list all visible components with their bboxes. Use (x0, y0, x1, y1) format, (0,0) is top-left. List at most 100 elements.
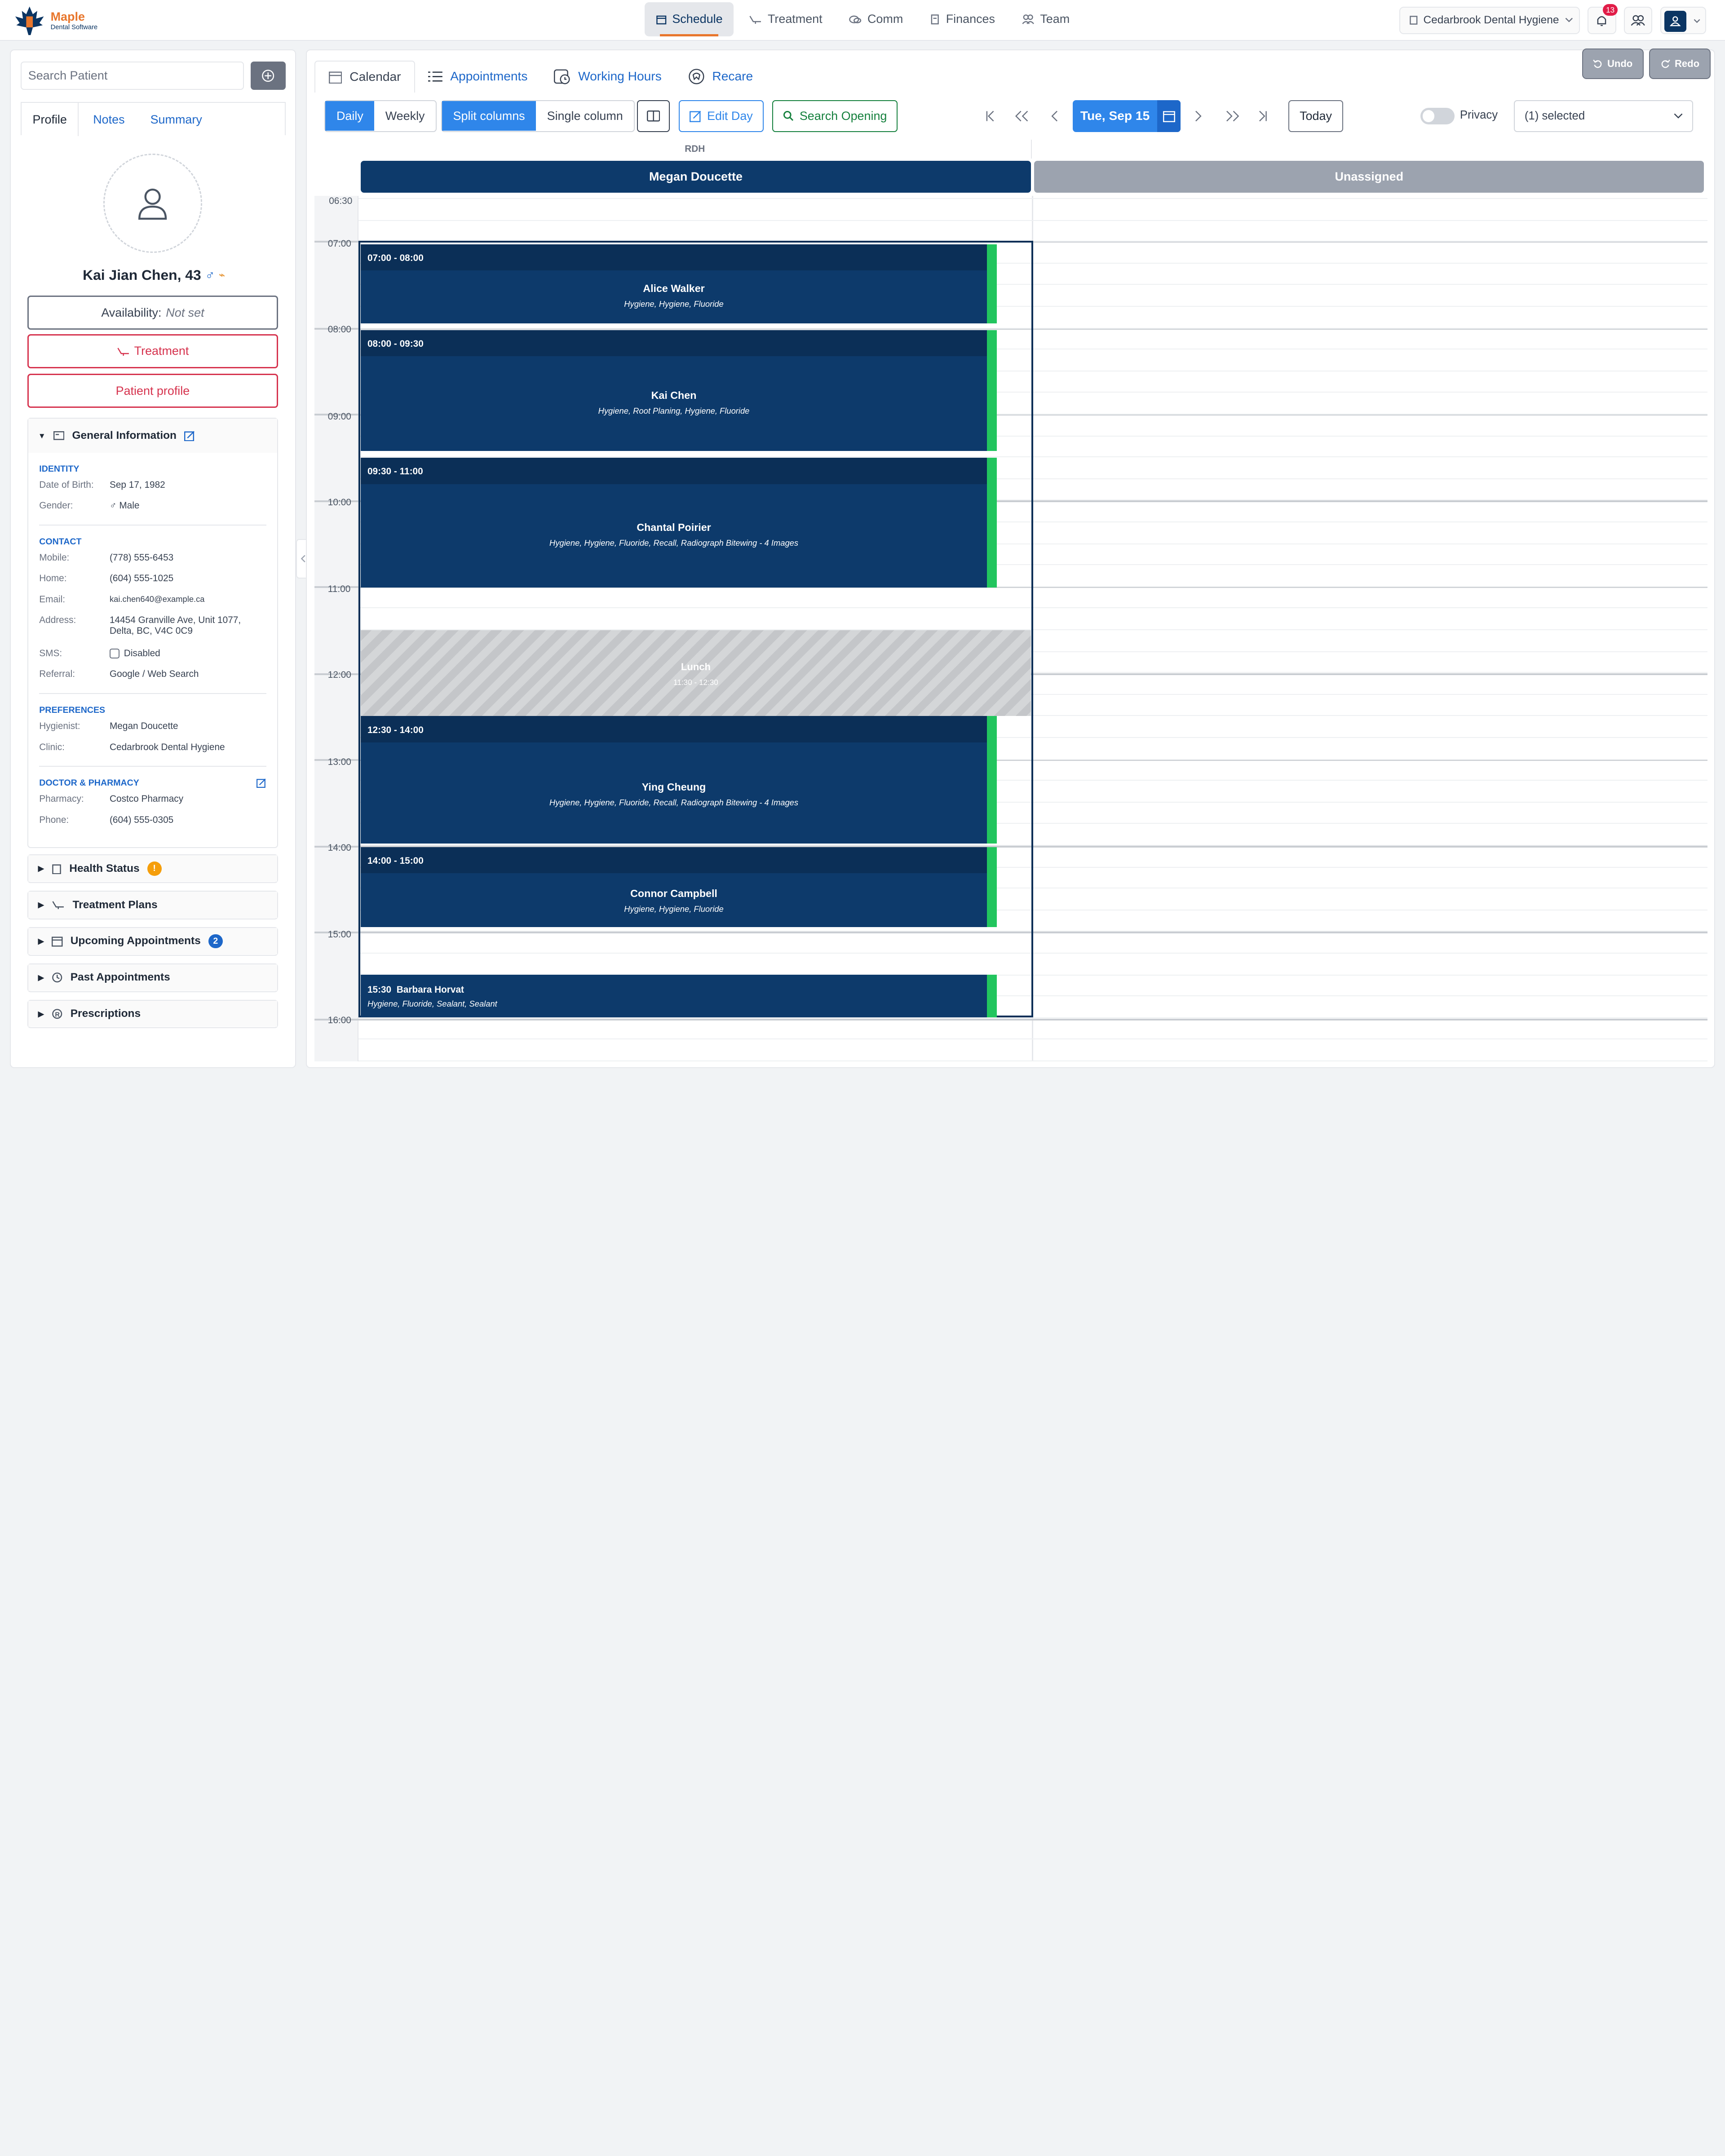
edit-day-button[interactable]: Edit Day (679, 100, 764, 132)
tab-profile[interactable]: Profile (22, 103, 79, 136)
column-header-megan[interactable]: Megan Doucette (361, 160, 1031, 193)
field-label: Hygienist: (39, 720, 80, 731)
notification-count: 13 (1602, 4, 1618, 16)
building-icon (1409, 16, 1418, 25)
prescription-icon: R (52, 1009, 62, 1019)
email-value[interactable]: kai.chen640@example.ca (110, 594, 266, 604)
chevron-down-icon (1565, 18, 1573, 22)
appointment-patient: Chantal Poirier (637, 521, 711, 533)
first-page-icon[interactable] (985, 110, 995, 122)
appointment-block[interactable]: 15:30 Barbara Horvat Hygiene, Fluoride, … (361, 974, 997, 1018)
layout-button[interactable] (637, 100, 670, 132)
user-icon (1670, 16, 1681, 27)
clinic-selector[interactable]: Cedarbrook Dental Hygiene (1399, 6, 1580, 34)
caret-right-icon: ▶ (38, 864, 44, 873)
patient-avatar (103, 154, 203, 253)
today-button[interactable]: Today (1288, 100, 1344, 132)
nav-comm[interactable]: Comm (838, 2, 914, 36)
lunch-block[interactable]: Lunch 11:30 - 12:30 (361, 630, 1031, 716)
maple-leaf-icon (15, 6, 44, 35)
tab-calendar[interactable]: Calendar (314, 60, 415, 93)
nav-finances[interactable]: Finances (919, 2, 1006, 36)
app-logo[interactable]: Maple Dental Software (13, 5, 97, 36)
last-page-icon[interactable] (1257, 110, 1268, 122)
nav-treatment[interactable]: Treatment (738, 2, 833, 36)
nav-label: Treatment (767, 12, 823, 26)
double-chevron-left-icon[interactable] (1014, 110, 1030, 122)
weekly-view-button[interactable]: Weekly (374, 101, 436, 131)
time-label: 09:00 (327, 411, 351, 422)
section-title: Treatment Plans (72, 898, 158, 911)
users-button[interactable] (1623, 6, 1653, 34)
edit-icon[interactable] (184, 430, 195, 442)
referral-value: Google / Web Search (109, 669, 199, 680)
sms-checkbox[interactable] (109, 648, 120, 658)
date-picker[interactable]: Tue, Sep 15 (1072, 100, 1181, 132)
hour-line (314, 1018, 1707, 1021)
chevron-left-icon[interactable] (1049, 110, 1059, 122)
provider-group-label: RDH (358, 140, 1032, 159)
patient-name: Kai Jian Chen, 43 (83, 267, 201, 283)
mobile-value[interactable]: (778) 555-6453 (110, 552, 266, 563)
history-icon (52, 972, 62, 983)
privacy-toggle[interactable] (1420, 108, 1455, 124)
redo-button[interactable]: Redo (1649, 48, 1711, 80)
clock-calendar-icon (554, 69, 570, 84)
view-toggle: Daily Weekly (324, 100, 437, 132)
calendar-picker-button[interactable] (1157, 100, 1181, 132)
general-information-header[interactable]: ▼ General Information (28, 419, 278, 453)
calendar-icon (52, 937, 63, 947)
prescriptions-section[interactable]: ▶ R Prescriptions (27, 999, 279, 1029)
patient-profile-button[interactable]: Patient profile (27, 374, 279, 408)
provider-select-value: (1) selected (1524, 109, 1585, 122)
caret-right-icon: ▶ (38, 900, 44, 910)
calendar-icon (656, 15, 666, 24)
tab-summary[interactable]: Summary (150, 103, 202, 136)
slot-line (358, 220, 1707, 221)
appointment-block[interactable]: 09:30 - 11:00 Chantal Poirier Hygiene, H… (361, 457, 997, 588)
single-column-button[interactable]: Single column (536, 101, 634, 131)
edit-icon[interactable] (256, 778, 266, 788)
column-header-unassigned[interactable]: Unassigned (1034, 160, 1704, 193)
section-title: Health Status (69, 862, 140, 875)
hygienist-value: Megan Doucette (109, 720, 178, 731)
user-menu[interactable] (1660, 6, 1707, 34)
split-columns-button[interactable]: Split columns (442, 101, 536, 131)
nav-team[interactable]: Team (1010, 2, 1080, 36)
field-label: Email: (39, 594, 66, 605)
search-input[interactable]: Search Patient (21, 61, 244, 90)
provider-select[interactable]: (1) selected (1513, 100, 1693, 132)
tab-appointments[interactable]: Appointments (415, 61, 541, 93)
home-value[interactable]: (604) 555-1025 (110, 573, 266, 584)
treatment-plans-section[interactable]: ▶ Treatment Plans (27, 891, 279, 919)
nav-schedule[interactable]: Schedule (645, 2, 734, 36)
undo-button[interactable]: Undo (1582, 48, 1644, 80)
appointment-block[interactable]: 07:00 - 08:00 Alice Walker Hygiene, Hygi… (361, 244, 997, 323)
daily-view-button[interactable]: Daily (325, 101, 375, 131)
appointment-block[interactable]: 14:00 - 15:00 Connor Campbell Hygiene, H… (361, 847, 997, 928)
tab-working-hours[interactable]: Working Hours (541, 61, 675, 93)
pharmacy-value: Costco Pharmacy (109, 794, 184, 804)
past-appointments-section[interactable]: ▶ Past Appointments (27, 963, 279, 992)
time-label: 08:00 (327, 324, 351, 335)
appointment-patient: Kai Chen (651, 389, 697, 401)
chevron-right-icon[interactable] (1194, 110, 1203, 122)
tab-recare[interactable]: Recare (675, 61, 766, 93)
appointment-patient: Barbara Horvat (396, 984, 464, 995)
availability-value: Not set (166, 305, 204, 319)
nav-label: Finances (946, 12, 995, 26)
availability-button[interactable]: Availability: Not set (27, 296, 279, 330)
time-grid[interactable]: 06:30 07:00 08:00 09:00 10:00 11:00 12:0… (314, 195, 1707, 1062)
upcoming-appointments-section[interactable]: ▶ Upcoming Appointments 2 (27, 927, 279, 956)
gender-value: ♂ Male (109, 500, 140, 511)
add-patient-button[interactable] (250, 61, 286, 90)
search-opening-button[interactable]: Search Opening (772, 100, 898, 132)
field-label: Date of Birth: (39, 479, 94, 490)
health-status-section[interactable]: ▶ Health Status ! (27, 854, 279, 884)
tab-notes[interactable]: Notes (93, 103, 124, 136)
appointment-block[interactable]: 08:00 - 09:30 Kai Chen Hygiene, Root Pla… (361, 330, 997, 451)
treatment-button[interactable]: Treatment (27, 334, 279, 368)
notifications-button[interactable]: 13 (1587, 4, 1618, 34)
double-chevron-right-icon[interactable] (1225, 110, 1240, 122)
appointment-block[interactable]: 12:30 - 14:00 Ying Cheung Hygiene, Hygie… (361, 716, 997, 844)
